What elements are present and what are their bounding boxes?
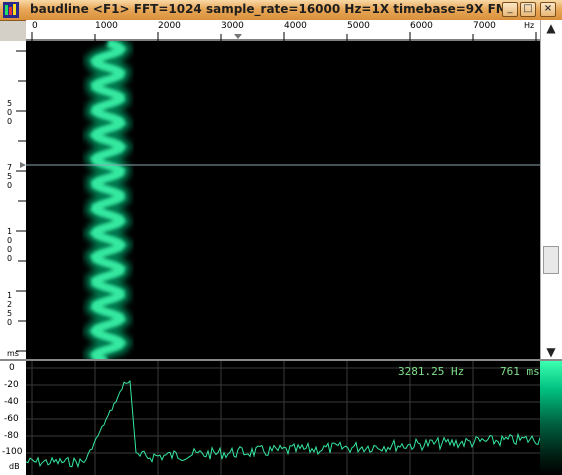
- scrollbar-thumb[interactable]: [543, 246, 559, 274]
- db-axis: 0 -20 -40 -60 -80 -100 dB: [0, 361, 27, 475]
- time-label-1000: 1000: [7, 227, 13, 263]
- freq-tick-3000: 3000: [221, 21, 244, 31]
- scroll-down-icon[interactable]: ▼: [543, 346, 559, 358]
- time-label-750: 750: [7, 163, 13, 190]
- spectrum-trace: [26, 379, 540, 469]
- db-label-40: -40: [4, 397, 19, 407]
- color-scale-bar: [540, 361, 562, 475]
- db-label-100: -100: [2, 447, 23, 457]
- spectrogram-display[interactable]: [26, 41, 540, 359]
- freq-tick-5000: 5000: [347, 21, 370, 31]
- baudline-window: baudline <F1> FFT=1024 sample_rate=16000…: [0, 0, 562, 475]
- time-readout: 761 ms: [500, 365, 540, 378]
- close-button[interactable]: ×: [540, 2, 556, 17]
- spectrum-display[interactable]: 3281.25 Hz 761 ms: [26, 361, 540, 475]
- vertical-scrollbar[interactable]: ▲ ▼: [540, 20, 562, 360]
- maximize-button[interactable]: □: [520, 2, 536, 17]
- freq-tick-7000: 7000: [473, 21, 496, 31]
- db-label-80: -80: [4, 431, 19, 441]
- time-label-500: 500: [7, 99, 13, 126]
- scroll-up-icon[interactable]: ▲: [543, 22, 559, 34]
- time-unit-label: ms: [7, 349, 19, 358]
- freq-tick-0: 0: [32, 21, 38, 31]
- freq-unit-label: Hz: [524, 21, 535, 30]
- spectrum-grid: [26, 361, 540, 475]
- db-label-0: 0: [9, 363, 15, 373]
- freq-tick-4000: 4000: [284, 21, 307, 31]
- cursor-marker-icon: [234, 34, 242, 39]
- frequency-ruler[interactable]: 0 1000 2000 3000 4000 5000 6000 7000 Hz: [26, 20, 540, 42]
- freq-tick-2000: 2000: [158, 21, 181, 31]
- db-label-60: -60: [4, 414, 19, 424]
- freq-tick-1000: 1000: [95, 21, 118, 31]
- db-label-20: -20: [4, 380, 19, 390]
- time-label-1250: 1250: [7, 291, 13, 327]
- title-bar[interactable]: baudline <F1> FFT=1024 sample_rate=16000…: [0, 0, 562, 21]
- db-unit-label: dB: [9, 462, 20, 471]
- freq-tick-6000: 6000: [410, 21, 433, 31]
- baudline-app-icon[interactable]: [3, 2, 19, 18]
- minimize-button[interactable]: _: [502, 2, 518, 17]
- window-title: baudline <F1> FFT=1024 sample_rate=16000…: [30, 2, 508, 16]
- frequency-readout: 3281.25 Hz: [398, 365, 465, 378]
- time-ruler[interactable]: 500 750 1000 1250 ms: [0, 41, 27, 359]
